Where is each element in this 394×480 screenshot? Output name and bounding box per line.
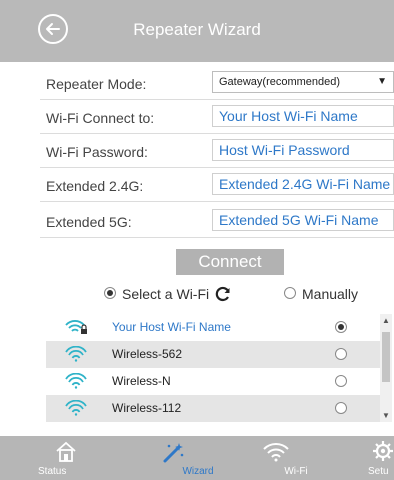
repeater-mode-row: Repeater Mode: Gateway(recommended) ▼ (40, 68, 394, 100)
wifi-list-item[interactable]: Your Host Wi-Fi Name (46, 314, 380, 341)
nav-setup[interactable]: Setu (366, 436, 394, 480)
wifi-connect-row: Wi-Fi Connect to: Your Host Wi-Fi Name (40, 102, 394, 134)
extended-24g-label: Extended 2.4G: (46, 178, 144, 194)
repeater-mode-value: Gateway(recommended) (219, 76, 341, 88)
wifi-mode-selector: Select a Wi-Fi Manually (0, 282, 394, 306)
select-wifi-radio[interactable] (104, 287, 116, 299)
nav-wizard[interactable]: Wizard (148, 436, 214, 480)
repeater-mode-label: Repeater Mode: (46, 76, 147, 92)
scroll-up-icon[interactable]: ▲ (380, 316, 392, 325)
wifi-list-scrollbar[interactable]: ▲ ▼ (380, 314, 392, 422)
wifi-select-radio[interactable] (335, 375, 347, 387)
select-wifi-label: Select a Wi-Fi (122, 286, 210, 302)
wifi-password-row: Wi-Fi Password: Host Wi-Fi Password (40, 136, 394, 168)
wifi-list-item[interactable]: Wireless-562 (46, 341, 380, 368)
refresh-icon[interactable] (214, 285, 232, 303)
wifi-select-radio[interactable] (335, 402, 347, 414)
wifi-icon (263, 443, 289, 462)
wifi-select-radio[interactable] (335, 321, 347, 333)
extended-5g-label: Extended 5G: (46, 214, 132, 230)
nav-wifi[interactable]: Wi-Fi (256, 436, 308, 480)
extended-24g-row: Extended 2.4G: Extended 2.4G Wi-Fi Name (40, 170, 394, 202)
home-icon (56, 441, 76, 462)
gear-icon (373, 441, 393, 461)
extended-5g-row: Extended 5G: Extended 5G Wi-Fi Name (40, 206, 394, 238)
nav-status-label: Status (38, 466, 67, 477)
wifi-password-label: Wi-Fi Password: (46, 144, 148, 160)
nav-setup-label: Setu (368, 466, 389, 477)
nav-status[interactable]: Status (38, 436, 100, 480)
nav-wifi-label: Wi-Fi (284, 466, 308, 477)
bottom-navigation: Status Wizard Wi-Fi Setu (0, 436, 394, 480)
wifi-list-item[interactable]: Wireless-N (46, 368, 380, 395)
wifi-connect-input[interactable]: Your Host Wi-Fi Name (212, 105, 394, 127)
wifi-ssid: Your Host Wi-Fi Name (112, 320, 231, 334)
wifi-signal-icon (65, 400, 87, 416)
wifi-signal-icon (65, 346, 87, 362)
wifi-network-list: Your Host Wi-Fi Name Wireless-562 Wirele… (46, 314, 380, 422)
wifi-signal-icon (65, 373, 87, 389)
magic-wand-icon (163, 443, 184, 463)
wifi-select-radio[interactable] (335, 348, 347, 360)
wifi-locked-icon (65, 320, 87, 334)
manually-label: Manually (302, 286, 359, 302)
page-title: Repeater Wizard (133, 20, 261, 39)
scroll-down-icon[interactable]: ▼ (380, 411, 392, 420)
manually-radio[interactable] (284, 287, 296, 299)
wifi-password-input[interactable]: Host Wi-Fi Password (212, 139, 394, 161)
wifi-ssid: Wireless-112 (112, 401, 182, 415)
wifi-list-item[interactable]: Wireless-112 (46, 395, 380, 422)
nav-wizard-label: Wizard (182, 466, 214, 477)
header-bar: Repeater Wizard (0, 0, 394, 62)
wifi-connect-label: Wi-Fi Connect to: (46, 110, 155, 126)
wifi-ssid: Wireless-N (112, 374, 171, 388)
extended-5g-input[interactable]: Extended 5G Wi-Fi Name (212, 209, 394, 231)
wifi-ssid: Wireless-562 (112, 347, 183, 361)
scrollbar-thumb[interactable] (382, 332, 390, 382)
dropdown-caret-icon: ▼ (377, 76, 387, 87)
connect-button[interactable]: Connect (176, 249, 284, 275)
repeater-mode-select[interactable]: Gateway(recommended) ▼ (212, 71, 394, 93)
extended-24g-input[interactable]: Extended 2.4G Wi-Fi Name (212, 173, 394, 195)
